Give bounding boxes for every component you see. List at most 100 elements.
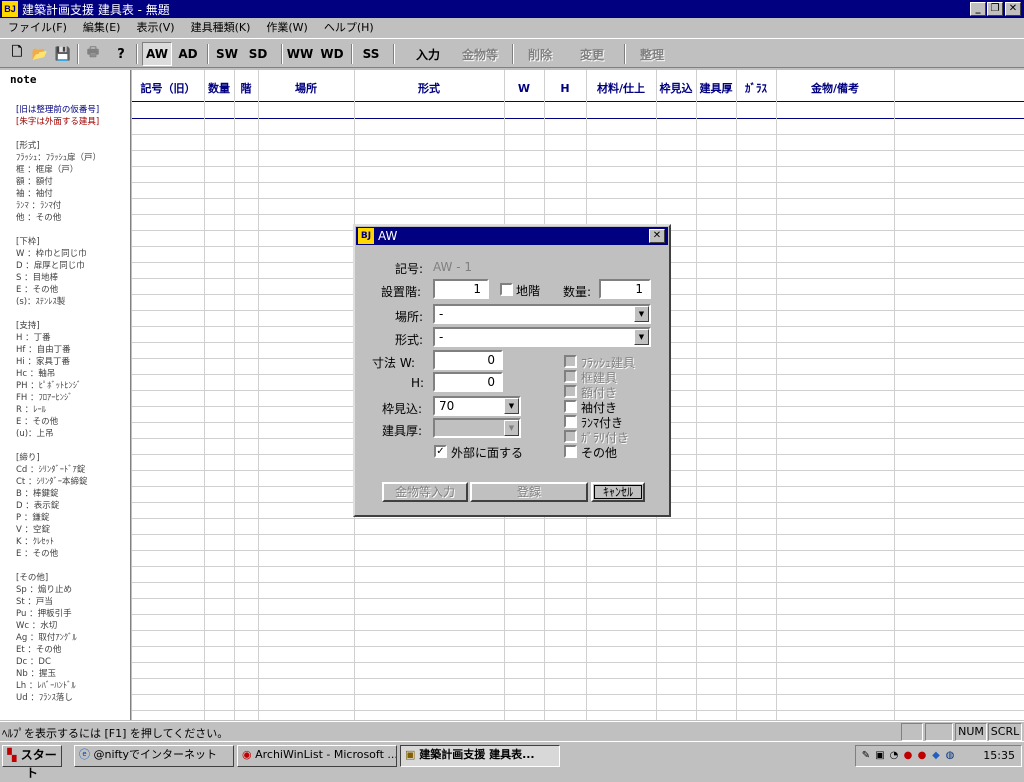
maximize-button[interactable]: ❐ <box>987 2 1003 16</box>
col-hardware[interactable]: 金物/備考 <box>776 70 894 102</box>
menu-fitting-type[interactable]: 建具種類(K) <box>183 19 259 35</box>
open-folder-icon[interactable]: 📂 <box>29 42 51 66</box>
menu-help[interactable]: ヘルプ(H) <box>316 19 382 35</box>
thickness-dropdown-icon[interactable]: ▼ <box>504 420 519 436</box>
menu-work[interactable]: 作業(W) <box>258 19 315 35</box>
col-place[interactable]: 場所 <box>258 70 354 102</box>
cancel-button[interactable]: ｷｬﾝｾﾙ <box>591 482 645 502</box>
col-code[interactable]: 記号（旧） <box>132 70 204 102</box>
input-button[interactable]: 入力 <box>410 42 446 66</box>
transom-checkbox[interactable] <box>564 415 577 428</box>
alert-icon[interactable]: ● <box>902 750 914 762</box>
type-sw-button[interactable]: SW <box>213 42 241 66</box>
frame-dropdown-icon[interactable]: ▼ <box>504 398 519 414</box>
exterior-label: 外部に面する <box>451 446 524 460</box>
note-line <box>16 224 130 236</box>
side-light-checkbox[interactable] <box>564 400 577 413</box>
col-thickness[interactable]: 建具厚 <box>696 70 736 102</box>
thickness-select[interactable]: ▼ <box>433 418 521 438</box>
note-line <box>16 440 130 452</box>
note-line: B ：棒鍵錠 <box>16 489 59 499</box>
type-aw-button[interactable]: AW <box>142 42 172 66</box>
menu-file[interactable]: ファイル(F) <box>0 19 75 35</box>
col-glass[interactable]: ｶﾞﾗｽ <box>736 70 776 102</box>
note-line: W ：枠巾と同じ巾 <box>16 249 87 259</box>
exterior-checkbox[interactable]: ✓ <box>434 445 447 458</box>
selected-row[interactable] <box>132 103 1024 119</box>
basement-label: 地階 <box>516 284 541 298</box>
hardware-button[interactable]: 金物等 <box>456 42 504 66</box>
other-checkbox[interactable] <box>564 445 577 458</box>
ime-icon[interactable]: ◍ <box>944 750 956 762</box>
place-dropdown-icon[interactable]: ▼ <box>634 306 649 322</box>
col-frame[interactable]: 枠見込 <box>656 70 696 102</box>
flush-checkbox[interactable] <box>564 355 577 368</box>
frame-depth-select[interactable]: 70 ▼ <box>433 396 521 416</box>
start-button[interactable]: ▚ スタート <box>2 745 62 780</box>
task-kenchiku[interactable]: ▣ 建築計画支援 建具表... <box>400 745 560 767</box>
width-input[interactable]: 0 <box>433 350 503 370</box>
note-line: [旧は整理前の仮番号] <box>16 105 100 115</box>
hardware-input-button[interactable]: 金物等入力 <box>382 482 468 502</box>
pen-icon[interactable]: ✎ <box>860 750 872 762</box>
organize-button[interactable]: 整理 <box>634 42 670 66</box>
qty-label: 数量: <box>563 285 592 299</box>
monitor-icon[interactable]: ▣ <box>874 750 886 762</box>
save-icon[interactable]: 💾 <box>52 42 74 66</box>
print-icon[interactable]: 🖶 <box>82 42 104 66</box>
minimize-button[interactable]: _ <box>970 2 986 16</box>
modify-button[interactable]: 変更 <box>574 42 610 66</box>
note-line: Wc ：水切 <box>16 621 58 631</box>
type-ww-button[interactable]: WW <box>286 42 314 66</box>
qty-input[interactable]: 1 <box>599 279 651 299</box>
type-ss-button[interactable]: SS <box>357 42 385 66</box>
note-line: R ：ﾚｰﾙ <box>16 405 46 415</box>
new-file-icon[interactable]: 🗋 <box>6 42 28 66</box>
note-line: [その他] <box>16 573 49 583</box>
type-wd-button[interactable]: WD <box>318 42 346 66</box>
type-ad-button[interactable]: AD <box>174 42 202 66</box>
menu-edit[interactable]: 編集(E) <box>75 19 129 35</box>
place-select[interactable]: - ▼ <box>433 304 651 324</box>
clock: 15:35 <box>983 749 1015 762</box>
col-w[interactable]: W <box>504 70 544 102</box>
update-icon[interactable]: ● <box>916 750 928 762</box>
frame-door-checkbox[interactable] <box>564 370 577 383</box>
type-dropdown-icon[interactable]: ▼ <box>634 329 649 345</box>
note-legend: [旧は整理前の仮番号] [朱字は外面する建具] [形式] ﾌﾗｯｼｭ：ﾌﾗｯｼｭ扉（戸… <box>16 104 130 704</box>
panel-checkbox[interactable] <box>564 385 577 398</box>
close-button[interactable]: ✕ <box>1005 2 1021 16</box>
note-line: Hf ：自由丁番 <box>16 345 71 355</box>
type-select[interactable]: - ▼ <box>433 327 651 347</box>
help-icon[interactable]: ? <box>110 42 132 66</box>
col-qty[interactable]: 数量 <box>204 70 234 102</box>
task-label: 建築計画支援 建具表... <box>419 748 535 761</box>
register-button[interactable]: 登録 <box>470 482 588 502</box>
note-line <box>16 560 130 572</box>
menu-view[interactable]: 表示(V) <box>128 19 182 35</box>
col-type[interactable]: 形式 <box>354 70 504 102</box>
note-line: H ：丁番 <box>16 333 51 343</box>
col-material[interactable]: 材料/仕上 <box>586 70 656 102</box>
dialog-title-bar[interactable]: BJ AW ✕ <box>356 227 668 245</box>
floor-input[interactable]: 1 <box>433 279 489 299</box>
task-archiwinlist[interactable]: ◉ ArchiWinList - Microsoft ... <box>237 745 397 767</box>
delete-button[interactable]: 削除 <box>522 42 558 66</box>
network-icon[interactable]: ◆ <box>930 750 942 762</box>
col-floor[interactable]: 階 <box>234 70 258 102</box>
col-h[interactable]: H <box>544 70 586 102</box>
app-icon[interactable]: BJ <box>2 1 18 17</box>
task-nifty[interactable]: ⓔ @niftyでインターネット <box>74 745 234 767</box>
type-label: 形式: <box>395 333 424 347</box>
gallery-checkbox[interactable] <box>564 430 577 443</box>
status-bar: ﾍﾙﾌﾟを表示するには [F1] を押してください。 NUM SCRL <box>0 721 1024 741</box>
note-line: Cd ：ｼﾘﾝﾀﾞｰﾄﾞｱ錠 <box>16 465 86 475</box>
type-sd-button[interactable]: SD <box>244 42 272 66</box>
title-bar[interactable]: BJ 建築計画支援 建具表 - 無題 _ ❐ ✕ <box>0 0 1024 18</box>
height-input[interactable]: 0 <box>433 372 503 392</box>
basement-checkbox[interactable] <box>500 283 513 296</box>
scheduler-icon[interactable]: ◔ <box>888 750 900 762</box>
ie-icon: ⓔ <box>79 748 90 761</box>
dialog-close-button[interactable]: ✕ <box>649 229 665 243</box>
code-value: AW - 1 <box>433 260 473 274</box>
